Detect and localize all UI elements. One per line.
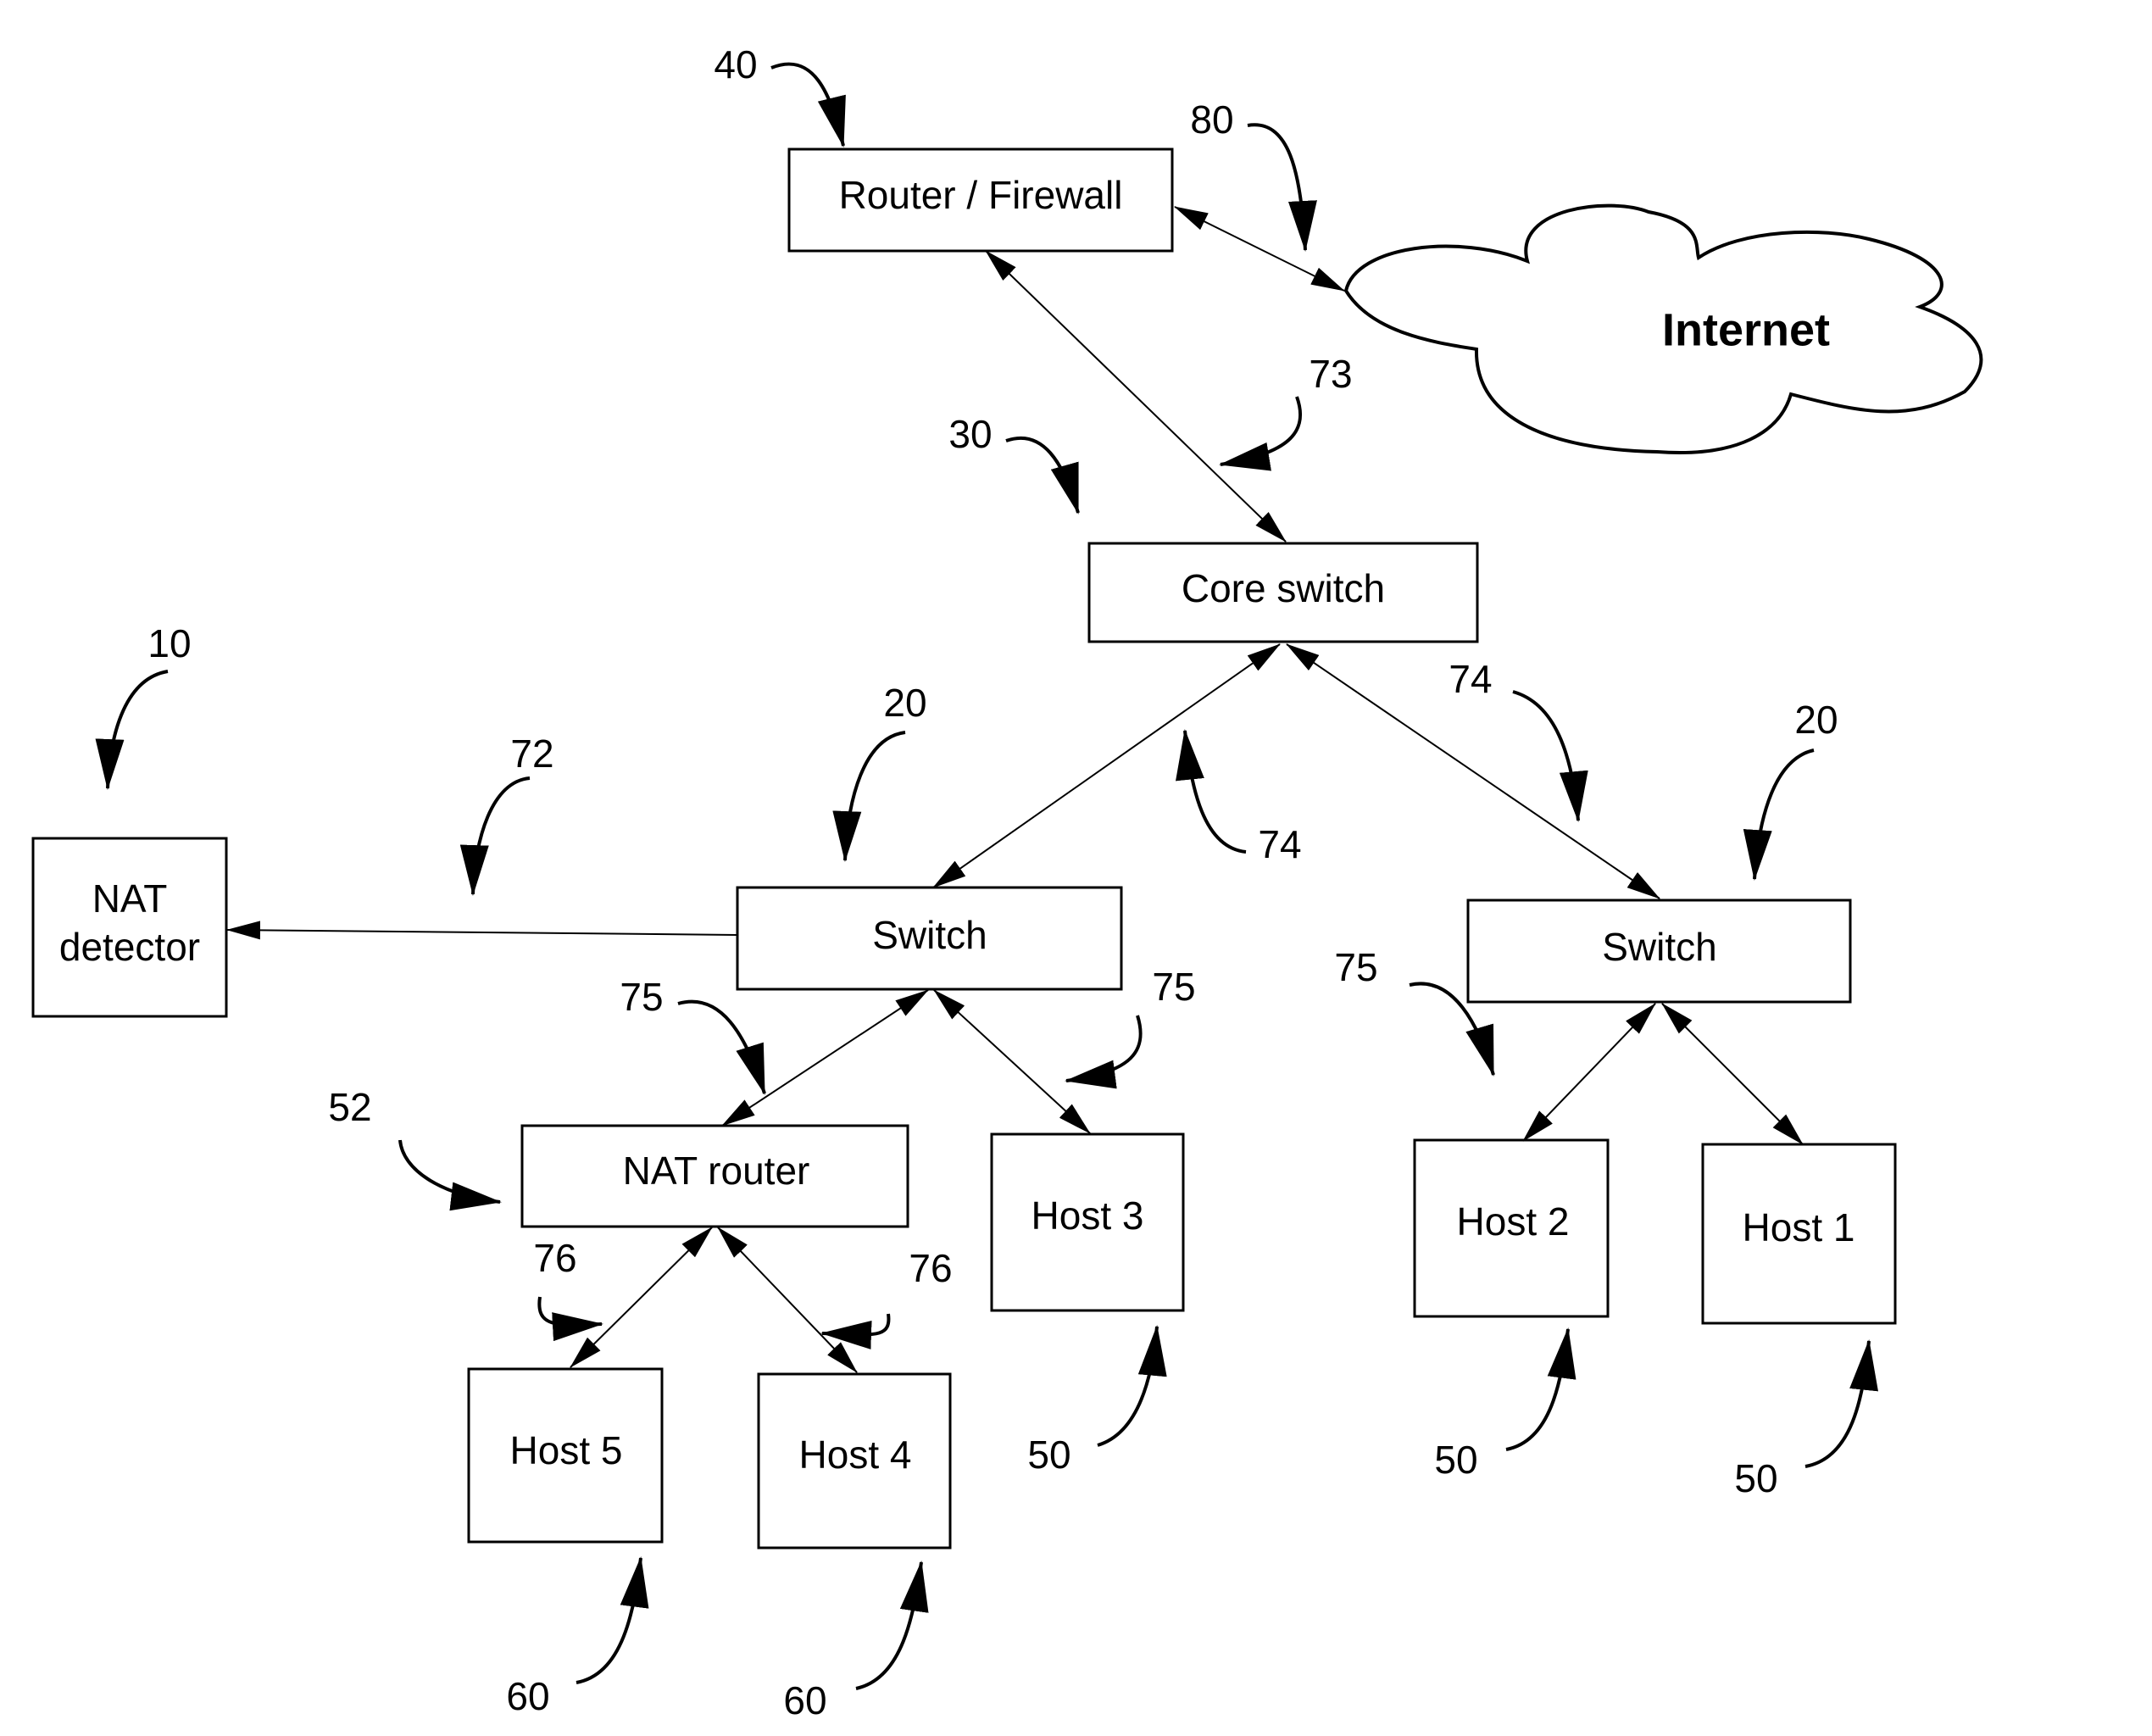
leader-76-left — [537, 1296, 603, 1342]
leader-73 — [1219, 396, 1303, 471]
link-core-switch-left — [932, 643, 1281, 888]
switch-right-label: Switch — [1602, 925, 1716, 969]
nat-detector-label-line2: detector — [59, 925, 200, 969]
link-switch-left-nat-detector — [226, 921, 738, 940]
ref-80: 80 — [1190, 97, 1233, 142]
router-firewall-label: Router / Firewall — [839, 173, 1123, 217]
nat-router-label: NAT router — [623, 1149, 810, 1193]
host4-node: Host 4 — [757, 1372, 952, 1550]
ref-50-host2: 50 — [1434, 1438, 1477, 1482]
router-firewall-node: Router / Firewall — [787, 147, 1174, 253]
ref-75-nat-router: 75 — [620, 975, 663, 1019]
ref-74-left: 74 — [1258, 822, 1301, 866]
ref-75-right: 75 — [1334, 945, 1377, 989]
nat-detector-label-line1: NAT — [92, 876, 168, 921]
link-nat-router-host4 — [717, 1227, 858, 1373]
leader-74-left — [1176, 729, 1247, 854]
ref-60-host4: 60 — [783, 1678, 826, 1722]
ref-40: 40 — [714, 42, 757, 86]
ref-52: 52 — [328, 1085, 371, 1129]
nat-detector-node: NAT detector — [31, 837, 228, 1018]
leader-50-host1 — [1804, 1339, 1878, 1468]
leader-10 — [95, 670, 169, 790]
core-switch-label: Core switch — [1182, 566, 1385, 610]
host3-label: Host 3 — [1032, 1194, 1144, 1238]
ref-30: 30 — [948, 412, 992, 456]
host4-label: Host 4 — [799, 1433, 912, 1477]
leader-76-right — [820, 1313, 891, 1349]
link-switch-right-host2 — [1522, 1003, 1656, 1142]
link-nat-router-host5 — [570, 1227, 713, 1368]
leader-75-nat-router — [677, 999, 766, 1095]
leader-52 — [398, 1139, 502, 1211]
switch-left-node: Switch — [736, 886, 1123, 991]
ref-73: 73 — [1309, 352, 1352, 396]
core-switch-node: Core switch — [1087, 542, 1479, 643]
nat-router-node: NAT router — [520, 1124, 909, 1228]
host2-node: Host 2 — [1413, 1138, 1610, 1318]
link-switch-left-host3 — [933, 989, 1091, 1134]
leader-30 — [1005, 436, 1080, 515]
leader-40 — [770, 62, 846, 147]
leader-20-right — [1743, 748, 1815, 881]
link-router-core — [985, 250, 1287, 542]
ref-50-host3: 50 — [1027, 1433, 1070, 1477]
leader-50-host3 — [1097, 1325, 1167, 1447]
leader-60-host5 — [576, 1556, 649, 1684]
ref-50-host1: 50 — [1734, 1456, 1777, 1500]
ref-72: 72 — [510, 732, 553, 776]
switch-right-node: Switch — [1466, 899, 1852, 1004]
ref-76-right: 76 — [909, 1246, 952, 1290]
link-switch-right-host1 — [1661, 1003, 1804, 1145]
ref-75-host3: 75 — [1152, 965, 1195, 1009]
ref-74-right: 74 — [1449, 657, 1492, 701]
ref-76-left: 76 — [533, 1236, 576, 1280]
ref-20-left: 20 — [883, 681, 926, 725]
network-diagram: Internet Router / Firewall Core switch N… — [31, 42, 1983, 1722]
internet-label: Internet — [1662, 304, 1830, 355]
switch-left-label: Switch — [872, 913, 987, 957]
host1-node: Host 1 — [1701, 1143, 1897, 1325]
host2-label: Host 2 — [1457, 1199, 1570, 1244]
host3-node: Host 3 — [990, 1132, 1185, 1312]
leader-72 — [459, 776, 531, 896]
leader-75-host3 — [1065, 1015, 1143, 1089]
host5-label: Host 5 — [510, 1428, 623, 1472]
ref-60-host5: 60 — [506, 1674, 549, 1718]
leader-50-host2 — [1505, 1327, 1576, 1451]
host5-node: Host 5 — [467, 1367, 664, 1544]
leader-20-left — [832, 731, 906, 862]
leader-80 — [1247, 123, 1317, 252]
ref-20-right: 20 — [1794, 698, 1838, 742]
internet-cloud: Internet — [1343, 203, 1983, 454]
ref-10: 10 — [147, 621, 191, 665]
leader-60-host4 — [855, 1561, 929, 1690]
host1-label: Host 1 — [1743, 1205, 1855, 1249]
leader-74-right — [1512, 690, 1588, 822]
link-router-internet — [1174, 206, 1345, 292]
